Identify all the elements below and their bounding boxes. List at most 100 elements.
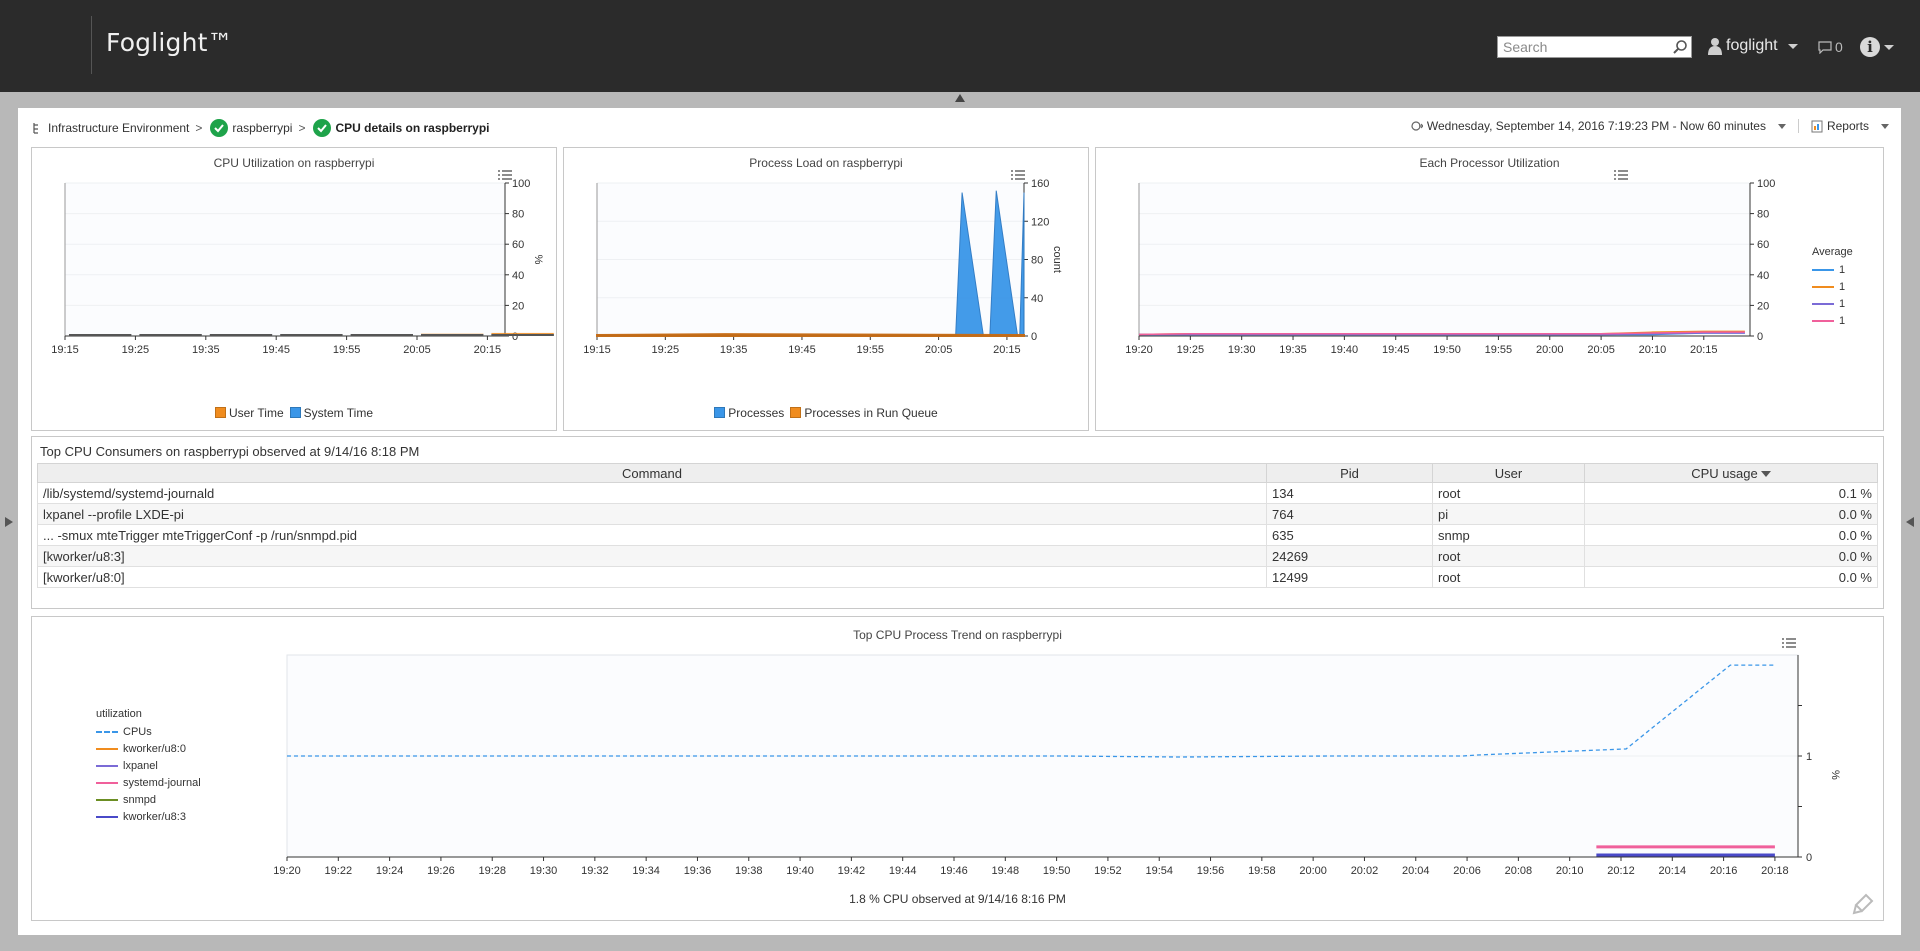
expand-left-panel-icon[interactable] [5,517,13,527]
messages-button[interactable]: 0 [1818,39,1843,55]
y-tick-label: 20 [1757,300,1769,312]
x-tick-label: 20:15 [474,344,502,356]
breadcrumb-current: CPU details on raspberrypi [335,121,490,135]
legend-item[interactable]: Processes in Run Queue [790,406,938,420]
x-tick-label: 19:36 [684,865,712,877]
legend-item[interactable]: 1 [1812,295,1853,312]
column-header-user[interactable]: User [1432,463,1585,483]
y-tick-label: 80 [512,209,524,221]
reports-dropdown-icon[interactable] [1881,123,1889,129]
reports-button[interactable]: Reports [1827,119,1869,133]
column-header-cpu-usage[interactable]: CPU usage [1584,463,1878,483]
breadcrumb-raspberrypi[interactable]: raspberrypi [232,121,292,135]
tree-icon [33,123,38,134]
info-menu[interactable]: i [1860,37,1894,57]
x-tick-label: 19:56 [1197,865,1225,877]
table-row[interactable]: ... -smux mteTrigger mteTriggerConf -p /… [37,524,1878,546]
legend-item[interactable]: 1 [1812,261,1853,278]
y-tick-label: 0 [1806,852,1812,864]
cell-pid: 24269 [1266,545,1433,567]
time-range-icon [1411,121,1423,131]
legend-item[interactable]: Processes [714,406,784,420]
breadcrumb-infrastructure[interactable]: Infrastructure Environment [48,121,189,135]
x-tick-label: 20:15 [1690,344,1718,356]
cpu-process-trend-panel: Top CPU Process Trend on raspberrypi uti… [31,616,1884,921]
time-range-dropdown-icon[interactable] [1777,123,1786,129]
x-tick-label: 19:22 [325,865,353,877]
x-tick-label: 19:26 [427,865,455,877]
search-box[interactable] [1497,36,1692,58]
y-tick-label: 0 [1757,331,1763,343]
edit-pencil-icon[interactable] [1850,887,1880,917]
y-tick-label: 40 [1757,270,1769,282]
expand-right-panel-icon[interactable] [1906,517,1914,527]
x-tick-label: 19:15 [51,344,79,356]
cell-command: [kworker/u8:0] [37,566,1267,588]
y-tick-label: 40 [1031,293,1043,305]
x-tick-label: 20:15 [993,344,1021,356]
top-cpu-consumers-table: Command Pid User CPU usage /lib/systemd/… [37,463,1878,588]
x-tick-label: 20:05 [925,344,953,356]
cell-pid: 764 [1266,503,1433,525]
y-tick-label: 100 [512,178,530,190]
x-tick-label: 19:45 [262,344,290,356]
search-icon[interactable] [1672,39,1688,55]
x-tick-label: 19:30 [1228,344,1256,356]
user-menu[interactable]: foglight [1708,37,1798,55]
cell-user: snmp [1432,524,1585,546]
chevron-down-icon [1787,43,1798,49]
cell-command: /lib/systemd/systemd-journald [37,482,1267,504]
legend-item[interactable]: 1 [1812,278,1853,295]
x-tick-label: 20:08 [1505,865,1533,877]
process-load-panel: Process Load on raspberrypi 0 40 80 120 160 1… [563,147,1089,431]
column-header-pid[interactable]: Pid [1266,463,1433,483]
y-tick-label: 80 [1757,209,1769,221]
column-header-command[interactable]: Command [37,463,1267,483]
cell-pid: 134 [1266,482,1433,504]
x-tick-label: 19:52 [1094,865,1122,877]
x-tick-label: 20:06 [1453,865,1481,877]
y-tick-label: 120 [1031,216,1049,228]
trend-footer: 1.8 % CPU observed at 9/14/16 8:16 PM [849,892,1066,906]
user-name: foglight [1726,37,1778,54]
x-tick-label: 19:25 [652,344,680,356]
y-tick-label: 0 [512,331,518,343]
search-input[interactable] [1498,37,1668,57]
legend-item[interactable]: User Time [214,406,284,420]
x-tick-label: 19:55 [857,344,885,356]
x-tick-label: 20:05 [1587,344,1615,356]
cell-user: root [1432,545,1585,567]
x-tick-label: 19:42 [838,865,866,877]
plot-area [1139,183,1750,336]
cell-user: root [1432,566,1585,588]
table-row[interactable]: /lib/systemd/systemd-journald 134 root 0… [37,482,1878,504]
table-row[interactable]: lxpanel --profile LXDE-pi 764 pi 0.0 % [37,503,1878,525]
y-axis-label: % [532,255,544,265]
cell-command: lxpanel --profile LXDE-pi [37,503,1267,525]
legend-item[interactable]: System Time [289,406,373,420]
x-tick-label: 19:58 [1248,865,1276,877]
main-content: Infrastructure Environment > raspberrypi… [18,108,1901,935]
cpu-process-trend-chart: 0 1% 19:20 19:22 19:24 19:26 19:28 19:30 19:32 19… [273,654,1841,877]
x-tick-label: 20:10 [1639,344,1667,356]
cell-command: ... -smux mteTrigger mteTriggerConf -p /… [37,524,1267,546]
x-tick-label: 19:28 [478,865,506,877]
x-tick-label: 19:46 [940,865,968,877]
messages-count: 0 [1835,39,1843,55]
table-row[interactable]: [kworker/u8:0] 12499 root 0.0 % [37,566,1878,588]
table-row[interactable]: [kworker/u8:3] 24269 root 0.0 % [37,545,1878,567]
collapse-header-arrow-icon[interactable] [955,94,965,102]
x-tick-label: 20:14 [1659,865,1687,877]
time-range-label[interactable]: Wednesday, September 14, 2016 7:19:23 PM… [1427,119,1766,133]
breadcrumb-separator-icon: > [298,121,306,135]
x-tick-label: 19:34 [632,865,660,877]
processor-legend: Average 1 1 1 1 [1812,246,1853,329]
y-tick-label: 160 [1031,178,1049,190]
brand-logo: Foglight™ [106,28,233,57]
chart-title: Top CPU Process Trend on raspberrypi [853,628,1062,642]
legend-item[interactable]: 1 [1812,312,1853,329]
divider [1797,119,1799,133]
x-tick-label: 20:18 [1761,865,1789,877]
x-tick-label: 19:54 [1145,865,1173,877]
sort-descending-icon [1760,470,1771,477]
